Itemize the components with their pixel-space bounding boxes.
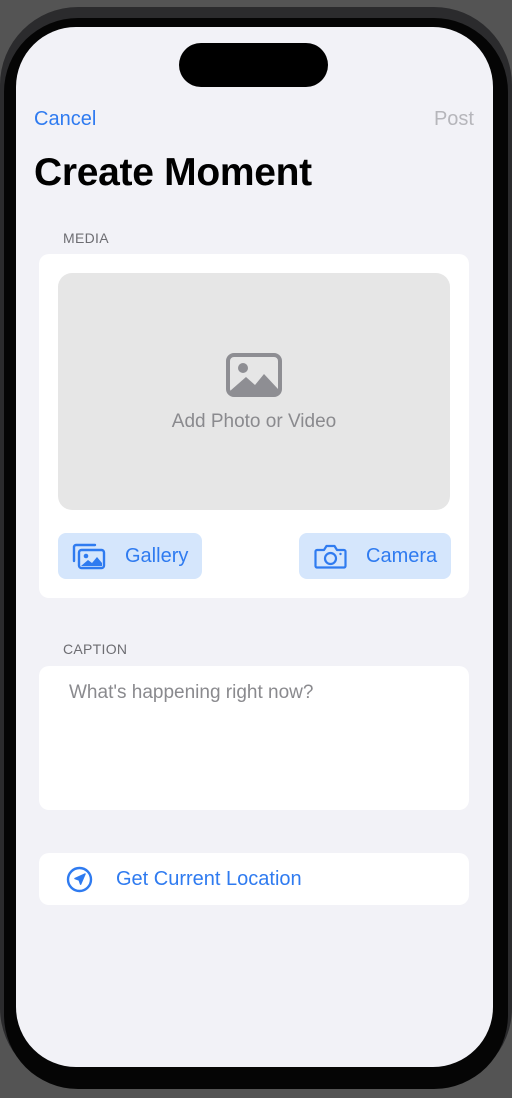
camera-icon [314,544,347,569]
photo-icon [226,353,282,397]
photo-stack-icon [72,543,106,570]
get-location-button[interactable]: Get Current Location [39,853,469,905]
camera-button[interactable]: Camera [299,533,451,579]
caption-section-label: CAPTION [63,641,128,657]
gallery-button[interactable]: Gallery [58,533,202,579]
app-screen: Cancel Post Create Moment MEDIA Add Phot… [16,27,493,1067]
media-section-label: MEDIA [63,230,109,246]
page-title: Create Moment [34,151,312,194]
location-arrow-icon [66,866,93,893]
cancel-button[interactable]: Cancel [34,108,96,131]
get-location-label: Get Current Location [116,868,302,890]
caption-field[interactable]: What's happening right now? [39,666,469,810]
add-media-label: Add Photo or Video [171,411,337,432]
dynamic-island [179,43,328,87]
camera-label: Camera [366,545,438,567]
caption-placeholder: What's happening right now? [69,682,314,703]
media-card: Add Photo or Video Gallery Camera [39,254,469,598]
add-media-area[interactable]: Add Photo or Video [58,273,450,510]
gallery-label: Gallery [125,545,189,567]
post-button[interactable]: Post [434,108,474,131]
